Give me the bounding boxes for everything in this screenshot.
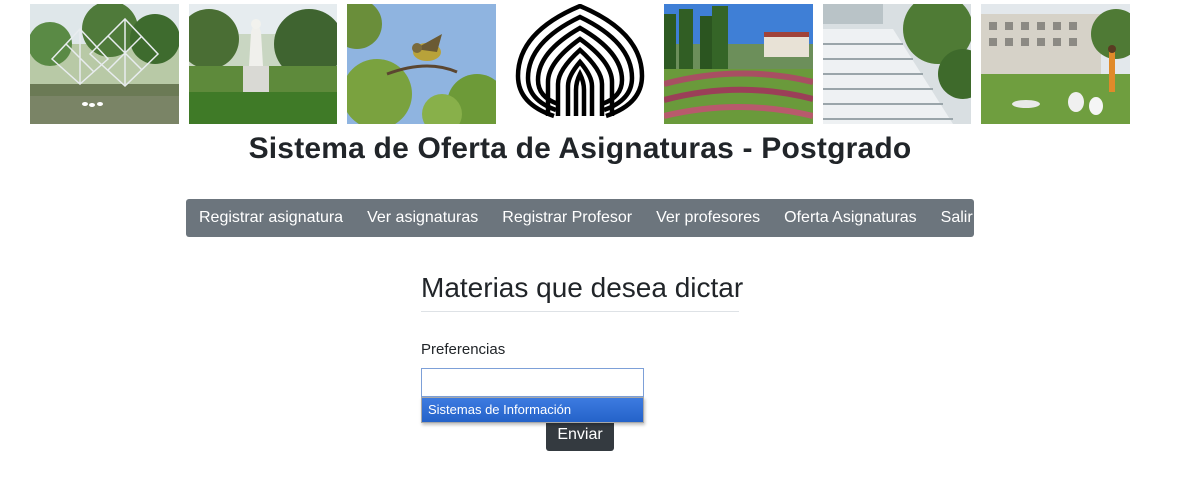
sculpture-lake-photo [30, 4, 179, 124]
nav-registrar-profesor[interactable]: Registrar Profesor [490, 209, 644, 227]
main-navbar: Registrar asignatura Ver asignaturas Reg… [186, 199, 974, 237]
nav-registrar-asignatura[interactable]: Registrar asignatura [187, 209, 355, 227]
header-banner [0, 4, 1179, 124]
preferences-select[interactable] [421, 368, 644, 397]
form-heading: Materias que desea dictar [421, 272, 744, 303]
nav-salir[interactable]: Salir [929, 209, 985, 227]
preferences-label: Preferencias [421, 341, 506, 358]
page-title: Sistema de Oferta de Asignaturas - Postg… [248, 132, 912, 165]
dropdown-option-sistemas-de-informacion[interactable]: Sistemas de Información [422, 398, 643, 422]
bird-photo [347, 4, 496, 124]
usb-logo [506, 4, 654, 124]
nav-oferta-asignaturas[interactable]: Oferta Asignaturas [772, 209, 929, 227]
nav-ver-profesores[interactable]: Ver profesores [644, 209, 772, 227]
heading-divider [421, 311, 739, 312]
statue-garden-photo [189, 4, 337, 124]
campus-garden-photo [664, 4, 813, 124]
preferences-dropdown-list: Sistemas de Información [421, 397, 644, 423]
building-lawn-photo [981, 4, 1130, 124]
waterfall-photo [823, 4, 971, 124]
nav-ver-asignaturas[interactable]: Ver asignaturas [355, 209, 490, 227]
